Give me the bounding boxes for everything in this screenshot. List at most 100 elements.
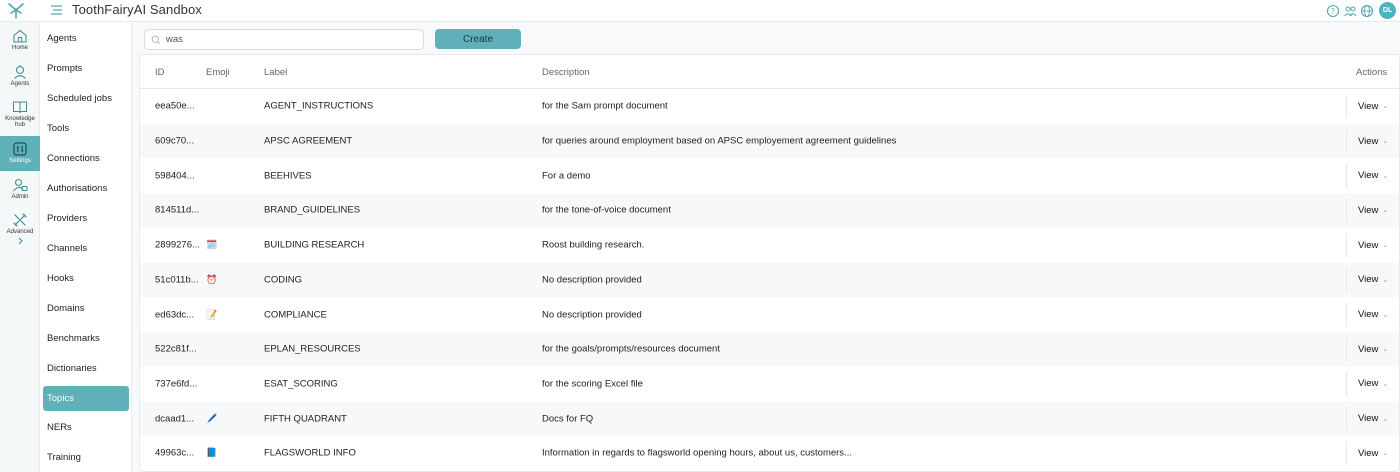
table-row[interactable]: 737e6fd... ESAT_SCORING for the scoring Ex… bbox=[140, 367, 1399, 402]
cell-label: APSC AGREEMENT bbox=[264, 135, 353, 147]
view-action-button[interactable]: View ⌄ bbox=[1346, 267, 1389, 292]
cell-description: Roost building research. bbox=[542, 239, 645, 251]
menu-item-agents[interactable]: Agents bbox=[43, 26, 129, 51]
header-description: Description bbox=[542, 67, 590, 78]
hamburger-menu-icon[interactable] bbox=[50, 4, 63, 16]
cell-description: for the goals/prompts/resources document bbox=[542, 343, 720, 355]
svg-text:?: ? bbox=[1331, 6, 1335, 15]
chevron-down-icon: ⌄ bbox=[1382, 380, 1389, 388]
table-row[interactable]: 814511d... BRAND_GUIDELINES for the tone-o… bbox=[140, 193, 1399, 228]
chevron-down-icon: ⌄ bbox=[1382, 415, 1389, 423]
cell-description: for the scoring Excel file bbox=[542, 378, 643, 390]
cell-description: Information in regards to flagsworld ope… bbox=[542, 447, 852, 459]
table-row[interactable]: 598404... BEEHIVES For a demo View ⌄ bbox=[140, 158, 1399, 193]
people-icon[interactable] bbox=[1343, 4, 1357, 18]
cell-label: FLAGSWORLD INFO bbox=[264, 447, 356, 459]
view-label: View bbox=[1358, 204, 1379, 216]
menu-item-channels[interactable]: Channels bbox=[43, 236, 129, 261]
search-icon bbox=[151, 35, 161, 44]
menu-item-dictionaries[interactable]: Dictionaries bbox=[43, 356, 129, 381]
search-input[interactable] bbox=[166, 34, 406, 45]
table-row[interactable]: 51c011b... ⏰ CODING No description provided… bbox=[140, 262, 1399, 298]
menu-item-prompts[interactable]: Prompts bbox=[43, 56, 129, 81]
view-action-button[interactable]: View ⌄ bbox=[1346, 129, 1389, 154]
menu-item-ners[interactable]: NERs bbox=[43, 415, 129, 440]
chevron-down-icon: ⌄ bbox=[1382, 450, 1389, 458]
search-box[interactable] bbox=[144, 29, 424, 50]
cell-emoji: 🗓️ bbox=[206, 239, 218, 250]
view-label: View bbox=[1358, 309, 1379, 321]
menu-item-hooks[interactable]: Hooks bbox=[43, 266, 129, 291]
view-label: View bbox=[1358, 343, 1379, 355]
rail-item-knowledge-hub[interactable]: Knowledge hub bbox=[0, 99, 40, 133]
chevron-right-icon[interactable] bbox=[16, 237, 24, 245]
view-action-button[interactable]: View ⌄ bbox=[1346, 371, 1389, 396]
table-row[interactable]: 49963c... 📘 FLAGSWORLD INFO Information in … bbox=[140, 436, 1399, 471]
table-row[interactable]: eea50e... AGENT_INSTRUCTIONS for the Sam p… bbox=[140, 89, 1399, 124]
rail-item-advanced[interactable]: Advanced bbox=[0, 212, 40, 252]
toothfairy-logo-icon[interactable] bbox=[6, 1, 26, 21]
menu-item-benchmarks[interactable]: Benchmarks bbox=[43, 326, 129, 351]
chevron-down-icon: ⌄ bbox=[1382, 276, 1389, 284]
cell-id: 522c81f... bbox=[155, 343, 197, 355]
view-label: View bbox=[1358, 378, 1379, 390]
view-action-button[interactable]: View ⌄ bbox=[1346, 337, 1388, 362]
view-action-button[interactable]: View ⌄ bbox=[1346, 198, 1388, 223]
menu-item-connections[interactable]: Connections bbox=[43, 146, 129, 171]
globe-icon[interactable] bbox=[1360, 4, 1374, 18]
rail-item-agents[interactable]: Agents bbox=[0, 64, 40, 94]
view-action-button[interactable]: View ⌄ bbox=[1346, 406, 1389, 431]
table-row[interactable]: 609c70... APSC AGREEMENT for queries aroun… bbox=[140, 123, 1399, 159]
view-label: View bbox=[1358, 170, 1379, 182]
cell-emoji: 📝 bbox=[206, 309, 218, 320]
cell-id: eea50e... bbox=[155, 100, 195, 112]
cell-label: BUILDING RESEARCH bbox=[264, 239, 365, 251]
chevron-down-icon: ⌄ bbox=[1382, 138, 1389, 146]
rail-item-home[interactable]: Home bbox=[0, 28, 40, 58]
menu-item-providers[interactable]: Providers bbox=[43, 206, 129, 231]
menu-item-training[interactable]: Training bbox=[43, 445, 129, 470]
view-action-button[interactable]: View ⌄ bbox=[1346, 441, 1389, 466]
cell-label: COMPLIANCE bbox=[264, 309, 327, 321]
create-button[interactable]: Create bbox=[435, 29, 521, 49]
user-avatar[interactable]: DL bbox=[1379, 2, 1396, 19]
cell-label: CODING bbox=[264, 274, 302, 286]
app-title: ToothFairyAI Sandbox bbox=[72, 2, 202, 17]
rail-label-knowledge-hub: Knowledge hub bbox=[5, 116, 35, 128]
main-nav-rail: Home Agents Knowledge hub Settings Admin… bbox=[0, 22, 40, 472]
book-icon bbox=[13, 101, 27, 114]
table-row[interactable]: ed63dc... 📝 COMPLIANCE No description provi… bbox=[140, 297, 1399, 332]
cell-emoji: 📘 bbox=[206, 447, 218, 458]
cell-label: AGENT_INSTRUCTIONS bbox=[264, 100, 374, 112]
view-action-button[interactable]: View ⌄ bbox=[1346, 233, 1389, 258]
table-header: ID Emoji Label Description Actions bbox=[140, 55, 1399, 89]
cell-id: 609c70... bbox=[155, 135, 195, 147]
menu-item-authorisations[interactable]: Authorisations bbox=[43, 176, 129, 201]
home-icon bbox=[13, 29, 27, 43]
cell-emoji: 🖊️ bbox=[206, 413, 218, 424]
table-row[interactable]: dcaad1... 🖊️ FIFTH QUADRANT Docs for FQ View… bbox=[140, 401, 1399, 436]
view-action-button[interactable]: View ⌄ bbox=[1346, 163, 1388, 188]
rail-label-agents: Agents bbox=[10, 81, 30, 87]
rail-label-advanced: Advanced bbox=[6, 229, 34, 235]
cell-id: 814511d... bbox=[155, 204, 200, 216]
table-row[interactable]: 2899276... 🗓️ BUILDING RESEARCH Roost build… bbox=[140, 228, 1399, 263]
cell-description: for the tone-of-voice document bbox=[542, 204, 671, 216]
cell-id: dcaad1... bbox=[155, 413, 195, 425]
cell-description: for queries around employment based on A… bbox=[542, 135, 897, 147]
menu-item-domains[interactable]: Domains bbox=[43, 296, 129, 321]
rail-label-home: Home bbox=[11, 45, 28, 51]
menu-item-scheduled-jobs[interactable]: Scheduled jobs bbox=[43, 86, 129, 111]
rail-item-admin[interactable]: Admin bbox=[0, 177, 40, 207]
help-icon[interactable]: ? bbox=[1326, 4, 1340, 18]
rail-item-settings[interactable]: Settings bbox=[0, 136, 40, 171]
menu-item-tools[interactable]: Tools bbox=[43, 116, 129, 141]
table-row[interactable]: 522c81f... EPLAN_RESOURCES for the goals/p… bbox=[140, 331, 1399, 367]
view-action-button[interactable]: View ⌄ bbox=[1346, 302, 1388, 327]
settings-menu: Agents Prompts Scheduled jobs Tools Conn… bbox=[40, 22, 132, 472]
cell-description: Docs for FQ bbox=[542, 413, 594, 425]
chevron-down-icon: ⌄ bbox=[1382, 242, 1389, 250]
view-action-button[interactable]: View ⌄ bbox=[1346, 94, 1388, 119]
menu-item-topics[interactable]: Topics bbox=[43, 386, 129, 411]
header-emoji: Emoji bbox=[206, 67, 230, 78]
